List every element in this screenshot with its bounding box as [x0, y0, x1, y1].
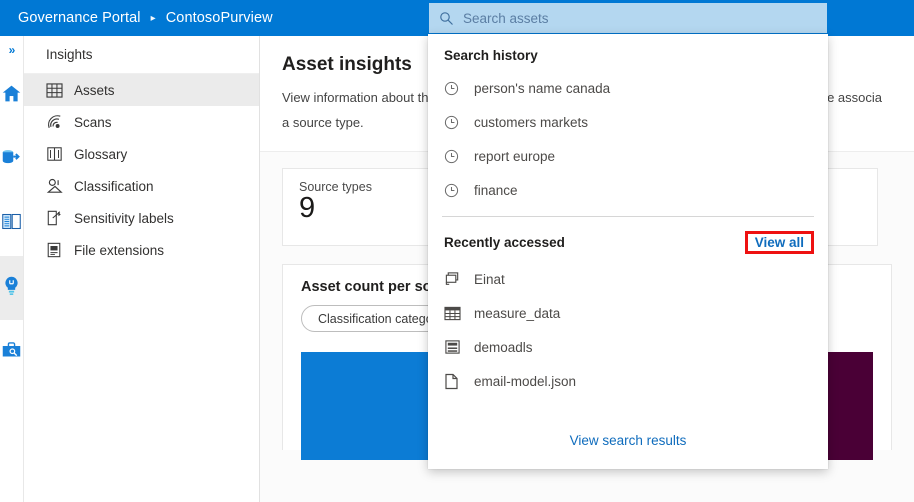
sidebar-item-classification[interactable]: Classification: [24, 170, 259, 202]
page-description-line2: a source type.: [282, 115, 364, 130]
book-icon: [46, 146, 72, 162]
breadcrumb-root[interactable]: Governance Portal: [18, 10, 141, 26]
clock-icon: [444, 183, 474, 198]
search-history-label: finance: [474, 183, 518, 198]
rail-item-glossary[interactable]: [0, 192, 23, 256]
sidebar-item-label: Classification: [74, 179, 154, 194]
search-icon: [439, 11, 454, 26]
recently-accessed-label: measure_data: [474, 306, 560, 321]
recently-accessed-item[interactable]: Einat: [442, 262, 814, 296]
search-history-item[interactable]: person's name canada: [442, 71, 814, 105]
recently-accessed-label: Einat: [474, 272, 505, 287]
chevron-right-icon: ▸: [151, 13, 156, 24]
rail-item-home[interactable]: [0, 64, 23, 128]
table-icon: [444, 306, 474, 321]
lightbulb-icon: [1, 275, 22, 301]
sidebar-item-sensitivity-labels[interactable]: Sensitivity labels: [24, 202, 259, 234]
sidebar-item-file-extensions[interactable]: File extensions: [24, 234, 259, 266]
sidebar-item-label: Assets: [74, 83, 115, 98]
storage-icon: [444, 339, 474, 355]
sidebar-item-label: Sensitivity labels: [74, 211, 174, 226]
search-history-item[interactable]: report europe: [442, 139, 814, 173]
sidebar-item-assets[interactable]: Assets: [24, 74, 259, 106]
sidebar-item-glossary[interactable]: Glossary: [24, 138, 259, 170]
recently-accessed-heading: Recently accessed: [444, 235, 565, 250]
rail-item-data-map[interactable]: [0, 128, 23, 192]
table-icon: [46, 83, 72, 98]
home-icon: [1, 83, 22, 109]
rail-item-insights[interactable]: [0, 256, 23, 320]
clock-icon: [444, 81, 474, 96]
search-history-label: customers markets: [474, 115, 588, 130]
breadcrumb-current[interactable]: ContosoPurview: [166, 10, 273, 26]
recently-accessed-item[interactable]: demoadls: [442, 330, 814, 364]
sidebar-item-label: Glossary: [74, 147, 127, 162]
sidebar-item-scans[interactable]: Scans: [24, 106, 259, 138]
icon-rail: »: [0, 36, 24, 502]
breadcrumb: Governance Portal ▸ ContosoPurview: [0, 0, 273, 36]
file-icon: [444, 373, 474, 390]
view-search-results-link[interactable]: View search results: [570, 433, 687, 448]
search-box[interactable]: [428, 2, 828, 34]
dropdown-footer: View search results: [428, 411, 828, 469]
clock-icon: [444, 115, 474, 130]
label-icon: [46, 210, 72, 226]
scan-icon: [46, 114, 72, 130]
sidebar-item-label: File extensions: [74, 243, 164, 258]
collection-icon: [444, 271, 474, 287]
clock-icon: [444, 149, 474, 164]
file-extension-icon: [46, 242, 72, 258]
nav-pane-title: Insights: [24, 36, 259, 74]
recently-accessed-label: demoadls: [474, 340, 533, 355]
search-suggestions-dropdown: Search history person's name canada cust…: [428, 34, 828, 469]
search-history-label: person's name canada: [474, 81, 610, 96]
search-history-label: report europe: [474, 149, 555, 164]
search-input[interactable]: [463, 4, 803, 32]
insights-nav-pane: Insights Assets Scans: [24, 36, 260, 502]
recently-accessed-item[interactable]: measure_data: [442, 296, 814, 330]
toolbox-icon: [1, 339, 22, 365]
rail-item-management[interactable]: [0, 320, 23, 384]
search-history-item[interactable]: customers markets: [442, 105, 814, 139]
book-icon: [1, 211, 22, 237]
sidebar-item-label: Scans: [74, 115, 112, 130]
view-all-link[interactable]: View all: [755, 235, 804, 250]
expand-nav-icon[interactable]: »: [0, 36, 23, 64]
classification-icon: [46, 178, 72, 194]
data-source-icon: [1, 147, 22, 173]
recently-accessed-header: Recently accessed View all: [442, 217, 814, 262]
search-history-heading: Search history: [442, 34, 814, 71]
view-all-highlight: View all: [745, 231, 814, 254]
search-history-item[interactable]: finance: [442, 173, 814, 207]
page-description-line1: View information about the: [282, 90, 436, 105]
recently-accessed-label: email-model.json: [474, 374, 576, 389]
recently-accessed-item[interactable]: email-model.json: [442, 364, 814, 398]
